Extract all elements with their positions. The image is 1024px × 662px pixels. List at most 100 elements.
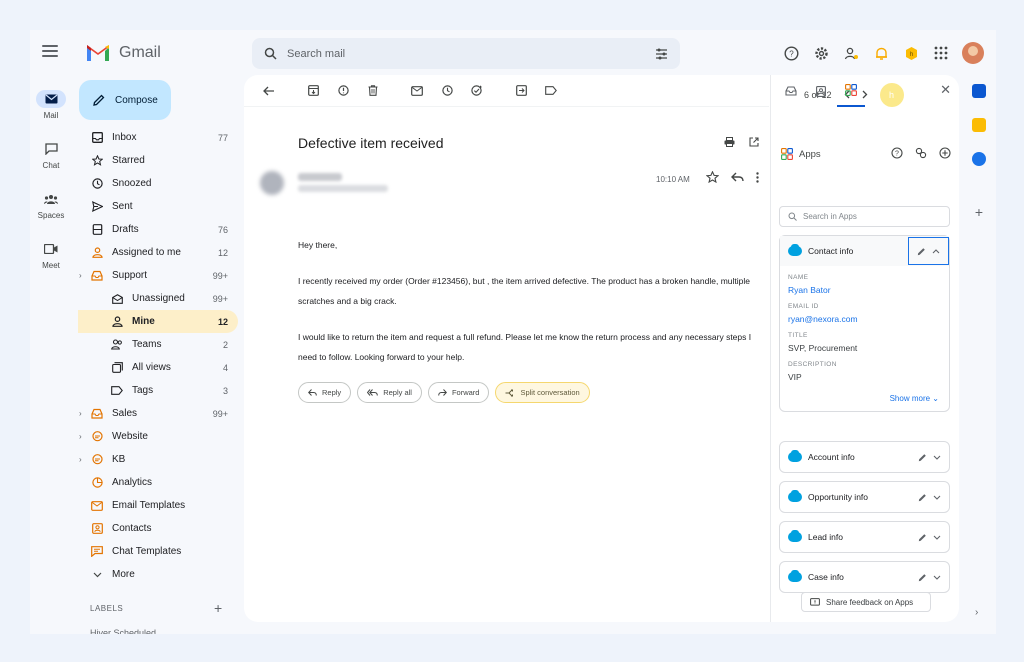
gmail-logo[interactable]: Gmail [85,43,161,63]
sidebar-item-unassigned[interactable]: Unassigned 99+ [78,287,238,310]
hiver-badge-icon[interactable]: h [902,44,920,62]
sidebar-item-all-views[interactable]: All views 4 [78,356,238,379]
account-info-header[interactable]: Account info [780,442,949,472]
apps-search-input[interactable]: Search in Apps [779,206,950,227]
sidebar-item-website[interactable]: › Website [78,425,238,448]
panel-tab-inbox-icon[interactable] [777,75,805,107]
sidebar-item-inbox[interactable]: Inbox 77 [78,126,238,149]
reply-arrow-icon[interactable] [731,172,744,185]
tasks-icon[interactable] [972,152,986,166]
person-status-icon[interactable] [842,44,860,62]
mark-unread-icon[interactable] [402,79,432,103]
edit-pencil-icon[interactable] [917,247,926,256]
chevron-down-icon[interactable] [933,575,941,580]
add-label-plus-icon[interactable]: + [214,600,222,616]
rail-item-spaces[interactable]: Spaces [30,184,72,234]
sidebar-item-more[interactable]: More [78,563,238,586]
more-vert-icon[interactable] [756,171,759,186]
case-info-card[interactable]: Case info [779,561,950,593]
sidebar-item-email-templates[interactable]: Email Templates [78,494,238,517]
sidebar-item-assigned-to-me[interactable]: Assigned to me 12 [78,241,238,264]
main-menu-icon[interactable] [42,45,58,57]
help-icon[interactable]: ? [782,44,800,62]
edit-pencil-icon[interactable] [918,493,927,502]
edit-pencil-icon[interactable] [918,573,927,582]
chevron-down-icon[interactable] [933,535,941,540]
search-bar[interactable]: Search mail [252,38,680,69]
sidebar-item-sales[interactable]: › Sales 99+ [78,402,238,425]
sidebar-item-contacts[interactable]: Contacts [78,517,238,540]
keep-notes-icon[interactable] [972,118,986,132]
sidebar-item-snoozed[interactable]: Snoozed [78,172,238,195]
sidebar-item-chat-templates[interactable]: Chat Templates [78,540,238,563]
archive-icon[interactable] [298,79,328,103]
add-addon-plus-icon[interactable]: + [975,204,983,220]
split-conversation-button[interactable]: Split conversation [495,382,590,403]
contact-info-header[interactable]: Contact info [780,236,949,266]
chevron-right-icon[interactable]: › [79,432,82,441]
chevron-right-icon[interactable]: › [79,455,82,464]
reply-button[interactable]: Reply [298,382,352,403]
label-item-cut-off[interactable]: Hiver Scheduled [90,628,200,634]
search-options-icon[interactable] [655,48,668,60]
search-icon[interactable] [264,47,277,60]
account-avatar[interactable] [962,42,984,64]
sidebar-item-analytics[interactable]: Analytics [78,471,238,494]
sidebar-item-count: 99+ [212,408,228,419]
account-info-card[interactable]: Account info [779,441,950,473]
chevron-right-icon[interactable]: › [79,271,82,280]
share-feedback-button[interactable]: Share feedback on Apps [801,592,931,612]
opportunity-info-card[interactable]: Opportunity info [779,481,950,513]
lead-info-card[interactable]: Lead info [779,521,950,553]
reply-all-button[interactable]: Reply all [357,382,422,403]
label-icon[interactable] [536,79,566,103]
calendar-icon[interactable] [972,84,986,98]
chevron-up-icon[interactable] [932,248,940,254]
sidebar-item-mine[interactable]: Mine 12 [78,310,238,333]
panel-tab-apps-icon[interactable] [837,75,865,107]
apps-grid-icon[interactable] [932,44,950,62]
forward-button[interactable]: Forward [427,382,490,403]
chevron-down-icon[interactable] [933,455,941,460]
back-arrow-icon[interactable] [254,79,284,103]
case-info-header[interactable]: Case info [780,562,949,592]
panel-tab-contact-icon[interactable] [807,75,835,107]
opportunity-info-header[interactable]: Opportunity info [780,482,949,512]
snooze-clock-icon[interactable] [432,79,462,103]
sidebar-item-support[interactable]: › Support 99+ [78,264,238,287]
move-to-icon[interactable] [506,79,536,103]
search-input[interactable]: Search mail [287,48,645,60]
add-circle-icon[interactable] [939,147,951,162]
compose-button[interactable]: Compose [79,80,171,120]
edit-pencil-icon[interactable] [918,453,927,462]
chevron-right-icon[interactable]: › [975,607,978,618]
rail-item-mail[interactable]: Mail [30,84,72,134]
sidebar-item-starred[interactable]: Starred [78,149,238,172]
help-icon[interactable]: ? [891,147,903,162]
sidebar-item-teams[interactable]: Teams 2 [78,333,238,356]
sidebar-item-tags[interactable]: Tags 3 [78,379,238,402]
sidebar-item-drafts[interactable]: Drafts 76 [78,218,238,241]
chevron-right-icon[interactable]: › [79,409,82,418]
star-icon[interactable] [705,170,720,186]
settings-gear-icon[interactable] [812,44,830,62]
print-icon[interactable] [724,137,735,150]
rail-item-chat[interactable]: Chat [30,134,72,184]
link-icon[interactable] [915,147,927,162]
lead-info-header[interactable]: Lead info [780,522,949,552]
sidebar-item-kb[interactable]: › KB [78,448,238,471]
contact-email-link[interactable]: ryan@nexora.com [788,314,941,324]
close-panel-icon[interactable]: ✕ [940,82,951,98]
report-spam-icon[interactable] [328,79,358,103]
edit-pencil-icon[interactable] [918,533,927,542]
notification-bell-icon[interactable] [872,44,890,62]
sender-avatar[interactable] [260,171,284,195]
delete-trash-icon[interactable] [358,79,388,103]
contact-name-link[interactable]: Ryan Bator [788,285,941,295]
rail-item-meet[interactable]: Meet [30,234,72,284]
chevron-down-icon[interactable] [933,495,941,500]
show-more-link[interactable]: Show more ⌄ [780,382,949,411]
sidebar-item-sent[interactable]: Sent [78,195,238,218]
add-to-tasks-icon[interactable] [462,79,492,103]
open-new-window-icon[interactable] [749,137,759,150]
